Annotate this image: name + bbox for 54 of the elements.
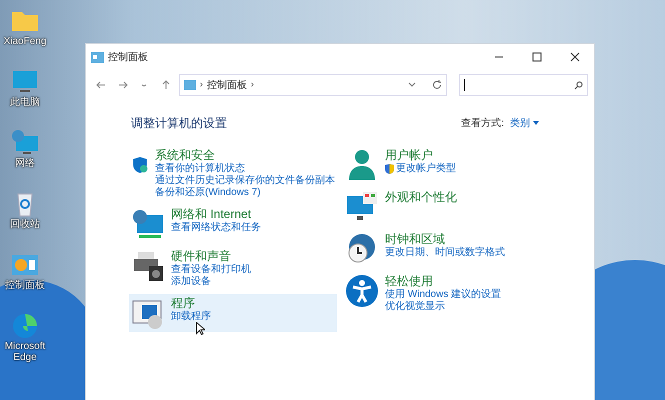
search-icon (574, 80, 583, 90)
mouse-cursor-icon (196, 322, 205, 335)
category-title[interactable]: 程序 (171, 296, 211, 311)
browser-icon (10, 311, 40, 341)
category-link[interactable]: 优化视觉显示 (385, 301, 445, 313)
chevron-down-icon (408, 82, 416, 88)
printer-icon (131, 249, 165, 283)
category-title[interactable]: 外观和个性化 (385, 190, 457, 205)
control-panel-icon (184, 80, 196, 90)
refresh-icon (432, 80, 442, 90)
category-title[interactable]: 时钟和区域 (385, 232, 505, 247)
category-link[interactable]: 备份和还原(Windows 7) (155, 187, 261, 199)
category-item[interactable]: 系统和安全 查看你的计算机状态 通过文件历史记录保存你的文件备份副本 备份和还原(Windows 7) (129, 146, 337, 201)
category-item[interactable]: 轻松使用 使用 Windows 建议的设置 优化视觉显示 (343, 272, 551, 315)
category-title[interactable]: 网络和 Internet (171, 207, 261, 222)
category-link[interactable]: 查看你的计算机状态 (155, 163, 245, 175)
category-title[interactable]: 硬件和声音 (171, 249, 251, 264)
breadcrumb-separator: › (200, 78, 203, 92)
category-item[interactable]: 用户帐户 更改帐户类型 (343, 146, 551, 184)
category-item[interactable]: 时钟和区域 更改日期、时间或数字格式 (343, 230, 551, 268)
search-field[interactable] (458, 74, 588, 96)
arrow-up-icon (161, 80, 172, 90)
globe-monitor-icon (131, 207, 165, 241)
desktop-icon-label[interactable]: 控制面板 (1, 280, 49, 291)
category-item[interactable]: 外观和个性化 (343, 188, 551, 226)
category-link[interactable]: 查看设备和打印机 (171, 264, 251, 276)
category-item[interactable]: 网络和 Internet 查看网络状态和任务 (129, 205, 337, 243)
caret-icon (533, 121, 539, 125)
close-icon (570, 52, 580, 62)
category-link[interactable]: 查看网络状态和任务 (171, 222, 261, 234)
desktop-icon-label[interactable]: Microsoft Edge (1, 341, 49, 363)
view-by-label: 查看方式: (461, 116, 504, 130)
category-link[interactable]: 卸载程序 (171, 311, 211, 323)
breadcrumb-item[interactable]: 控制面板 (206, 78, 247, 92)
category-link[interactable]: 添加设备 (171, 276, 211, 288)
arrow-right-icon (118, 80, 128, 90)
category-item[interactable]: 程序 卸载程序 (129, 294, 337, 332)
category-link[interactable]: 更改帐户类型 (396, 163, 456, 175)
page-heading: 调整计算机的设置 (131, 115, 227, 132)
category-item[interactable]: 硬件和声音 查看设备和打印机 添加设备 (129, 247, 337, 290)
breadcrumb-separator: › (250, 78, 254, 92)
control-panel-icon (91, 52, 104, 62)
category-link[interactable]: 通过文件历史记录保存你的文件备份副本 (155, 175, 335, 187)
category-title[interactable]: 轻松使用 (385, 274, 502, 289)
arrow-left-icon (96, 80, 106, 90)
accessibility-icon (345, 274, 379, 308)
window-title: 控制面板 (108, 50, 148, 64)
category-title[interactable]: 系统和安全 (155, 148, 335, 163)
address-bar[interactable]: › 控制面板 › (178, 74, 447, 96)
view-by-dropdown[interactable]: 类别 (510, 116, 539, 130)
category-link[interactable]: 使用 Windows 建议的设置 (385, 289, 502, 301)
category-title[interactable]: 用户帐户 (385, 148, 456, 163)
category-link[interactable]: 更改日期、时间或数字格式 (385, 247, 505, 259)
maximize-icon (532, 52, 542, 62)
